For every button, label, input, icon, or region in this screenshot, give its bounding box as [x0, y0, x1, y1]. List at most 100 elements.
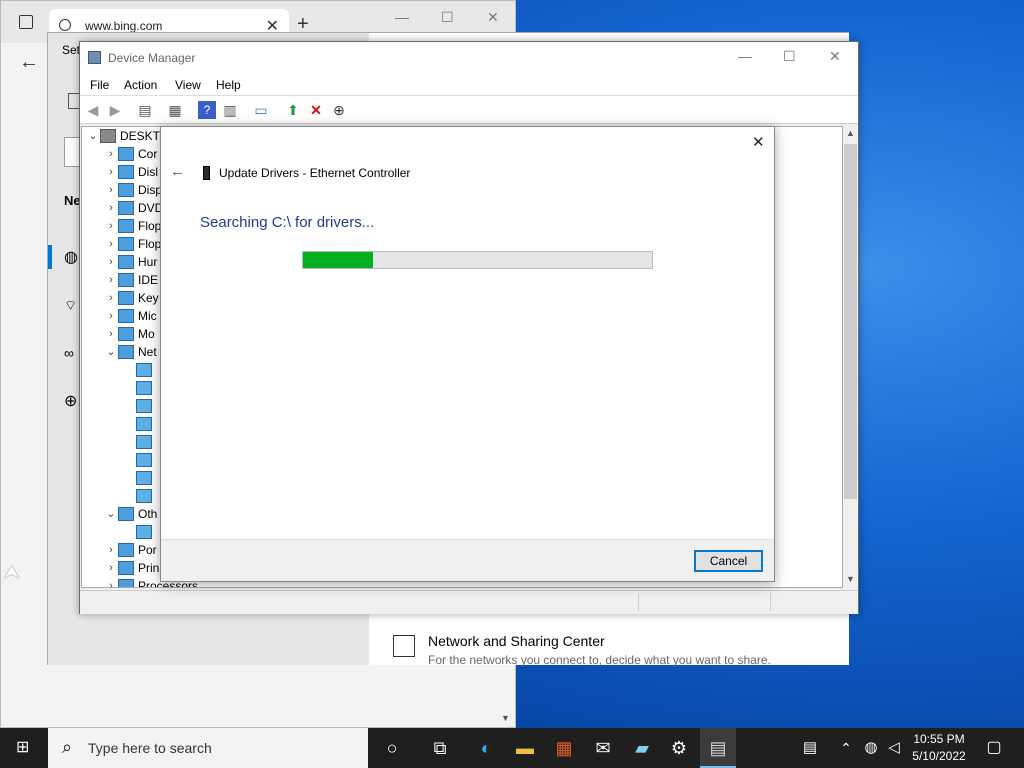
device-icon	[136, 471, 152, 485]
dm-close-button[interactable]: ✕	[829, 48, 841, 65]
chevron-right-icon[interactable]: ›	[104, 559, 118, 577]
device-icon	[136, 363, 152, 377]
show-hidden-icons[interactable]: ⌃	[834, 736, 858, 760]
device-icon	[118, 543, 134, 557]
menu-file[interactable]: File	[90, 78, 109, 92]
taskbar: ⊞ ⌕ Type here to search ○ ⧉ ◐ ▬ ▦ ✉ ▰ ⚙ …	[0, 728, 1024, 768]
chevron-right-icon[interactable]: ›	[104, 289, 118, 307]
device-icon	[118, 291, 134, 305]
mail-icon[interactable]: ✉	[591, 736, 615, 760]
dm-maximize-button[interactable]: ☐	[783, 48, 796, 65]
keyboard-icon[interactable]: ▤	[798, 736, 822, 760]
properties-icon[interactable]: ▦	[166, 101, 184, 119]
device-icon	[118, 255, 134, 269]
volume-muted-icon[interactable]: ◁	[882, 736, 906, 760]
scan-hardware-icon[interactable]: ▭	[252, 101, 270, 119]
chevron-down-icon[interactable]: ⌄	[104, 505, 118, 523]
scroll-down-icon[interactable]: ▼	[846, 574, 855, 584]
dialog-back-icon[interactable]: ←	[170, 163, 185, 180]
mouse-pointer-icon: ⮝	[4, 562, 20, 582]
device-icon	[118, 273, 134, 287]
chevron-down-icon[interactable]: ⌄	[104, 343, 118, 361]
help-icon[interactable]: ?	[198, 101, 216, 119]
uninstall-icon[interactable]: ✕	[307, 101, 325, 119]
chevron-right-icon[interactable]: ›	[104, 163, 118, 181]
chevron-right-icon[interactable]: ›	[104, 181, 118, 199]
scroll-down-icon[interactable]: ▼	[501, 713, 510, 723]
scroll-thumb[interactable]	[844, 144, 857, 499]
searching-status: Searching C:\ for drivers...	[200, 214, 375, 231]
cortana-icon[interactable]: ○	[380, 736, 404, 760]
maximize-button[interactable]: ☐	[441, 9, 454, 26]
device-icon	[136, 381, 152, 395]
chevron-down-icon[interactable]: ⌄	[86, 127, 100, 145]
dm-minimize-button[interactable]: —	[738, 48, 752, 64]
network-tray-icon[interactable]: ◍	[859, 736, 883, 760]
dialog-title: Update Drivers - Ethernet Controller	[219, 166, 411, 180]
start-button[interactable]: ⊞	[16, 740, 32, 756]
scroll-up-icon[interactable]: ▲	[846, 128, 855, 138]
device-icon	[118, 507, 134, 521]
chevron-right-icon[interactable]: ›	[104, 199, 118, 217]
back-icon[interactable]: ◀	[84, 101, 102, 119]
notepad-icon[interactable]: ▰	[630, 736, 654, 760]
device-icon	[118, 345, 134, 359]
menu-help[interactable]: Help	[216, 78, 241, 92]
network-icon[interactable]: ∞	[64, 345, 74, 361]
file-explorer-icon[interactable]: ▬	[513, 736, 537, 760]
store-icon[interactable]: ▦	[552, 736, 576, 760]
wifi-icon[interactable]: ⌔	[64, 297, 77, 315]
device-icon	[118, 183, 134, 197]
close-button[interactable]: ✕	[487, 9, 499, 26]
menu-view[interactable]: View	[175, 78, 201, 92]
chevron-right-icon[interactable]: ›	[104, 307, 118, 325]
tree-item-label: Flop	[138, 219, 162, 233]
tree-item-label: Mic	[138, 309, 157, 323]
dialog-close-button[interactable]: ✕	[752, 133, 765, 151]
menu-action[interactable]: Action	[124, 78, 157, 92]
chevron-right-icon[interactable]: ›	[104, 145, 118, 163]
globe-icon[interactable]: ⊕	[64, 391, 77, 411]
cancel-button[interactable]: Cancel	[694, 550, 763, 572]
tree-item-label: Flop	[138, 237, 162, 251]
progress-fill	[303, 252, 373, 268]
chevron-right-icon[interactable]: ›	[104, 235, 118, 253]
taskbar-search-box[interactable]: ⌕ Type here to search	[48, 728, 368, 768]
minimize-button[interactable]: —	[395, 9, 409, 25]
forward-icon[interactable]: ▶	[106, 101, 124, 119]
enable-device-icon[interactable]: ⊕	[330, 101, 348, 119]
update-driver-icon[interactable]: ⬆	[284, 101, 302, 119]
device-icon	[118, 309, 134, 323]
tree-item-label: Por	[138, 543, 157, 557]
chevron-right-icon[interactable]: ›	[104, 577, 118, 587]
network-sharing-desc: For the networks you connect to, decide …	[428, 653, 771, 667]
network-sharing-title[interactable]: Network and Sharing Center	[428, 633, 605, 649]
show-hide-tree-icon[interactable]: ▤	[136, 101, 154, 119]
chevron-right-icon[interactable]: ›	[104, 217, 118, 235]
chevron-right-icon[interactable]: ›	[104, 271, 118, 289]
dm-scrollbar[interactable]: ▲ ▼	[843, 126, 858, 588]
dm-menubar: File Action View Help	[80, 74, 858, 96]
device-icon	[118, 237, 134, 251]
selection-indicator	[48, 245, 52, 269]
task-view-icon[interactable]: ⧉	[428, 736, 452, 760]
chevron-right-icon[interactable]: ›	[104, 541, 118, 559]
chevron-right-icon[interactable]: ›	[104, 253, 118, 271]
tree-item-label: Disp	[138, 183, 163, 197]
clock-time[interactable]: 10:55 PM	[910, 732, 968, 746]
network-sharing-icon[interactable]	[393, 635, 415, 657]
dm-toolbar: ◀ ▶ ▤ ▦ ? ▥ ▭ ⬆ ✕ ⊕	[80, 96, 858, 124]
device-manager-taskbar-icon: ▤	[709, 738, 727, 758]
globe-icon[interactable]: ◍	[64, 247, 78, 267]
action-center-icon[interactable]: ▢	[982, 736, 1006, 760]
device-icon	[118, 165, 134, 179]
settings-gear-icon[interactable]: ⚙	[667, 736, 691, 760]
back-arrow-icon[interactable]: ←	[19, 51, 39, 74]
view-icon[interactable]: ▥	[221, 101, 239, 119]
dm-titlebar: Device Manager — ☐ ✕	[80, 42, 858, 74]
chevron-right-icon[interactable]: ›	[104, 325, 118, 343]
clock-date[interactable]: 5/10/2022	[910, 749, 968, 763]
edge-icon[interactable]: ◐	[474, 736, 498, 760]
tree-item-label: Disl	[138, 165, 158, 179]
tab-actions-icon[interactable]	[19, 15, 33, 29]
